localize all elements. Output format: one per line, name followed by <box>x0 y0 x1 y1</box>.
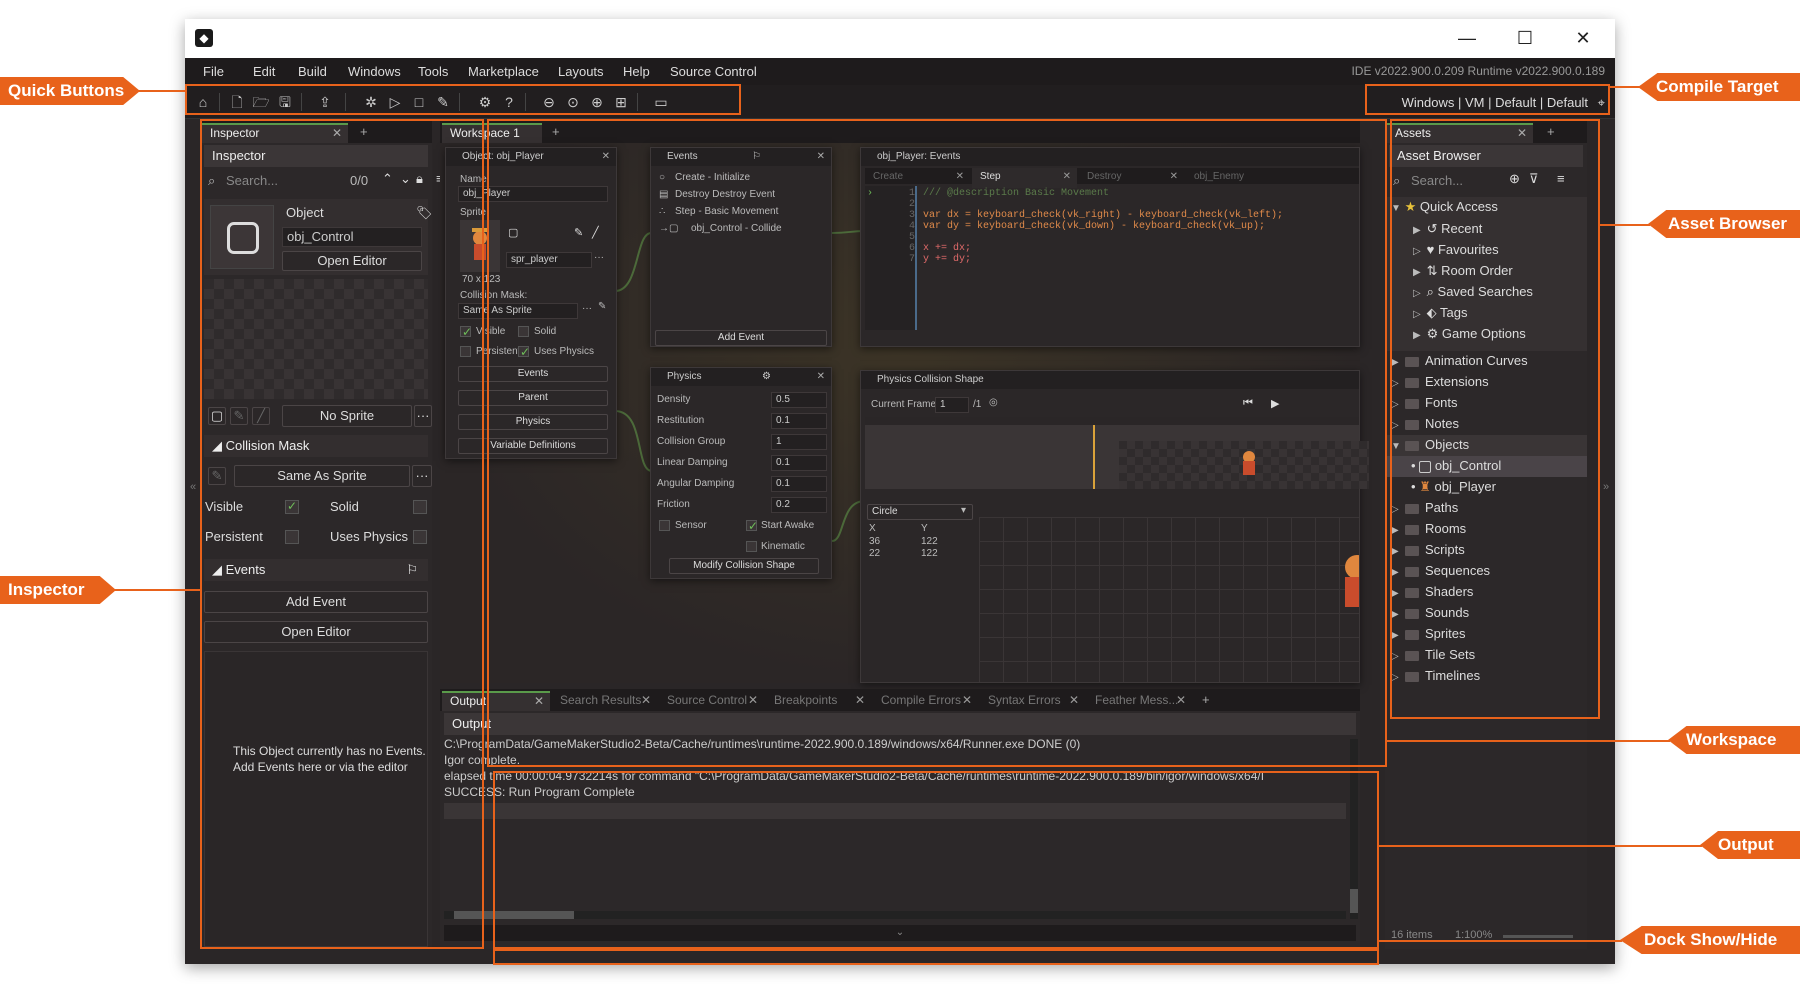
menu-layouts[interactable]: Layouts <box>558 58 604 85</box>
callout-output: Output <box>1700 831 1800 859</box>
menu-build[interactable]: Build <box>298 58 327 85</box>
highlight-quick-buttons <box>185 84 741 115</box>
dock-right-toggle-icon[interactable]: » <box>1603 481 1609 493</box>
menu-bar: File Edit Build Windows Tools Marketplac… <box>185 58 1615 85</box>
dock-left-toggle-icon[interactable]: « <box>190 481 196 493</box>
highlight-workspace <box>487 119 1387 767</box>
menu-file[interactable]: File <box>203 58 224 85</box>
zoom-slider[interactable] <box>1503 935 1573 938</box>
menu-marketplace[interactable]: Marketplace <box>468 58 539 85</box>
highlight-inspector <box>200 119 484 949</box>
menu-source-control[interactable]: Source Control <box>670 58 757 85</box>
highlight-asset-browser <box>1390 119 1600 719</box>
callout-line <box>138 90 186 92</box>
callout-line <box>1379 940 1622 942</box>
title-bar: ◆ — ☐ ✕ <box>185 19 1615 58</box>
callout-workspace: Workspace <box>1668 726 1800 754</box>
highlight-dock <box>493 949 1379 965</box>
menu-windows[interactable]: Windows <box>348 58 401 85</box>
close-button[interactable]: ✕ <box>1554 19 1612 58</box>
maximize-button[interactable]: ☐ <box>1496 19 1554 58</box>
callout-inspector: Inspector <box>0 576 116 604</box>
highlight-compile-target <box>1365 84 1610 115</box>
callout-line <box>1600 224 1650 226</box>
callout-line <box>1610 86 1640 88</box>
minimize-button[interactable]: — <box>1438 19 1496 58</box>
highlight-output <box>493 771 1379 949</box>
callout-line <box>1379 845 1702 847</box>
version-label: IDE v2022.900.0.209 Runtime v2022.900.0.… <box>1351 64 1605 78</box>
gamemaker-logo-icon: ◆ <box>195 29 213 47</box>
callout-asset-browser: Asset Browser <box>1648 210 1800 238</box>
menu-help[interactable]: Help <box>623 58 650 85</box>
callout-dock-show-hide: Dock Show/Hide <box>1620 926 1800 954</box>
callout-compile-target: Compile Target <box>1638 73 1800 101</box>
callout-line <box>114 589 200 591</box>
callout-quick-buttons: Quick Buttons <box>0 77 140 105</box>
menu-tools[interactable]: Tools <box>418 58 448 85</box>
menu-edit[interactable]: Edit <box>253 58 275 85</box>
callout-line <box>1387 740 1670 742</box>
